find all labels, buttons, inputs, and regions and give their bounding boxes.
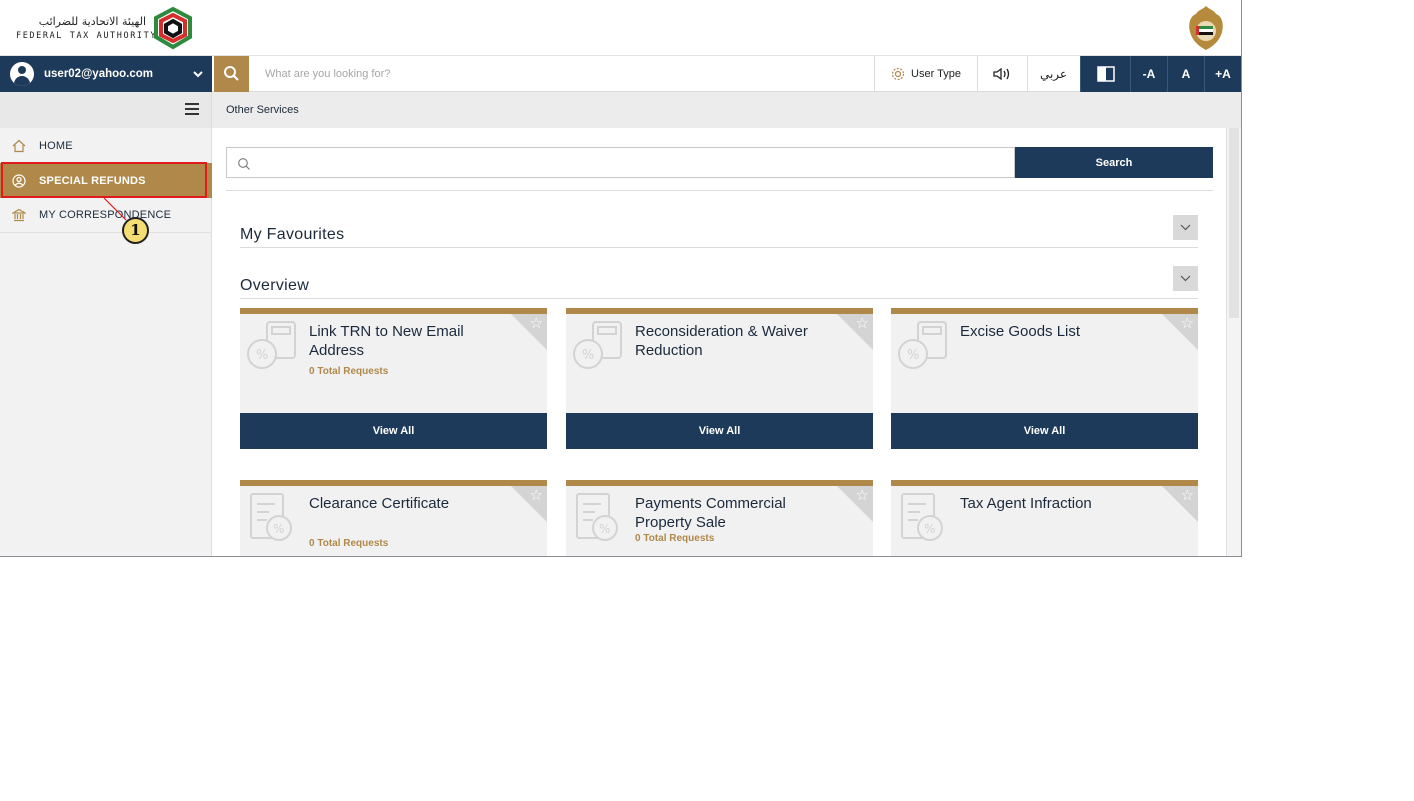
svg-text:%: %	[582, 348, 594, 363]
svg-text:%: %	[924, 522, 935, 536]
svg-text:%: %	[273, 522, 284, 536]
service-search-box[interactable]	[226, 147, 1015, 178]
user-type-button[interactable]: User Type	[874, 56, 977, 92]
overview-title: Overview	[240, 277, 310, 294]
font-increase-button[interactable]: +A	[1204, 56, 1241, 92]
user-menu[interactable]: user02@yahoo.com	[0, 56, 212, 92]
card-title: Clearance Certificate	[309, 495, 450, 512]
sidebar-item-my-correspondence[interactable]: MY CORRESPONDENCE	[0, 198, 212, 233]
sidebar-item-label: HOME	[39, 139, 73, 152]
svg-text:%: %	[256, 348, 268, 363]
divider	[226, 190, 1213, 191]
chevron-down-icon	[1180, 275, 1191, 282]
bank-icon	[12, 208, 26, 222]
brand-arabic-name: الهيئة الاتحادية للضرائب	[38, 15, 146, 28]
search-icon	[224, 66, 239, 81]
speaker-icon	[992, 67, 1009, 81]
user-type-label: User Type	[911, 68, 961, 80]
contrast-icon	[1096, 66, 1115, 82]
favourite-star-icon[interactable]: ☆	[530, 315, 543, 331]
sidebar-header	[0, 92, 211, 128]
contrast-toggle[interactable]	[1080, 56, 1130, 92]
favourite-star-icon[interactable]: ☆	[530, 487, 543, 503]
fta-logo-mark-icon	[154, 6, 192, 50]
scrollbar[interactable]	[1226, 128, 1241, 556]
language-toggle[interactable]: عربي	[1027, 56, 1079, 92]
card-title: Reconsideration & Waiver Reduction	[635, 323, 808, 359]
service-card-payments-commercial[interactable]: % ☆ Payments Commercial Property Sale 0 …	[566, 480, 873, 556]
scrollbar-thumb[interactable]	[1229, 128, 1239, 318]
calculator-percent-icon: %	[898, 321, 947, 369]
card-count: 0 Total Requests	[309, 366, 389, 377]
card-title: Excise Goods List	[960, 323, 1081, 340]
divider	[240, 298, 1198, 299]
service-card-link-trn[interactable]: % ☆ Link TRN to New Email Address 0 Tota…	[240, 308, 547, 449]
favourites-collapse-button[interactable]	[1173, 215, 1198, 240]
svg-text:%: %	[599, 522, 610, 536]
app-window: الهيئة الاتحادية للضرائب FEDERAL TAX AUT…	[0, 0, 1242, 557]
svg-text:%: %	[907, 348, 919, 363]
sidebar: HOME SPECIAL REFUNDS MY CORRESPONDENCE	[0, 92, 212, 556]
document-percent-icon: %	[250, 493, 292, 541]
user-email: user02@yahoo.com	[44, 68, 154, 80]
view-all-button[interactable]: View All	[240, 413, 547, 449]
sidebar-item-special-refunds[interactable]: SPECIAL REFUNDS	[0, 163, 212, 198]
hamburger-menu-icon[interactable]	[185, 103, 199, 115]
font-decrease-button[interactable]: -A	[1130, 56, 1167, 92]
home-icon	[12, 139, 26, 152]
overview-collapse-button[interactable]	[1173, 266, 1198, 291]
divider	[240, 247, 1198, 248]
gear-icon	[891, 67, 905, 81]
card-count: 0 Total Requests	[635, 533, 715, 544]
calculator-percent-icon: %	[247, 321, 296, 369]
favourite-star-icon[interactable]: ☆	[856, 315, 869, 331]
search-button[interactable]: Search	[1015, 147, 1213, 178]
favourite-star-icon[interactable]: ☆	[1181, 487, 1194, 503]
chevron-down-icon	[1180, 224, 1191, 231]
sidebar-item-home[interactable]: HOME	[0, 128, 212, 163]
sidebar-item-label: SPECIAL REFUNDS	[39, 174, 146, 187]
top-search-input[interactable]	[252, 56, 872, 92]
card-title: Payments Commercial Property Sale	[635, 495, 786, 531]
favourites-title: My Favourites	[240, 226, 345, 243]
logo-bar: الهيئة الاتحادية للضرائب FEDERAL TAX AUT…	[0, 0, 1241, 56]
fta-logo[interactable]: الهيئة الاتحادية للضرائب FEDERAL TAX AUT…	[14, 6, 199, 50]
uae-emblem-icon	[1189, 6, 1223, 50]
top-search-button[interactable]	[214, 56, 249, 92]
service-card-excise-goods[interactable]: % ☆ Excise Goods List View All	[891, 308, 1198, 449]
annotation-callout: 1	[122, 217, 149, 244]
document-percent-icon: %	[901, 493, 943, 541]
breadcrumb-bar: Other Services	[212, 92, 1241, 128]
audio-button[interactable]	[977, 56, 1027, 92]
brand-english-name: FEDERAL TAX AUTHORITY	[16, 31, 158, 41]
card-title: Tax Agent Infraction	[960, 495, 1092, 512]
favourite-star-icon[interactable]: ☆	[1181, 315, 1194, 331]
top-toolbar: user02@yahoo.com User Type عربي	[0, 56, 1241, 92]
service-search-input[interactable]	[257, 148, 1007, 177]
card-count: 0 Total Requests	[309, 538, 389, 549]
user-circle-icon	[12, 173, 26, 188]
service-card-tax-agent-infraction[interactable]: % ☆ Tax Agent Infraction	[891, 480, 1198, 556]
service-card-clearance-certificate[interactable]: % ☆ Clearance Certificate 0 Total Reques…	[240, 480, 547, 556]
chevron-down-icon	[193, 71, 203, 78]
breadcrumb: Other Services	[226, 104, 299, 116]
font-reset-button[interactable]: A	[1167, 56, 1204, 92]
avatar-icon	[10, 62, 34, 86]
view-all-button[interactable]: View All	[566, 413, 873, 449]
favourite-star-icon[interactable]: ☆	[856, 487, 869, 503]
main-content: Search My Favourites Overview % ☆ Link T…	[212, 128, 1226, 556]
document-percent-icon: %	[576, 493, 618, 541]
service-card-reconsideration[interactable]: % ☆ Reconsideration & Waiver Reduction V…	[566, 308, 873, 449]
view-all-button[interactable]: View All	[891, 413, 1198, 449]
calculator-percent-icon: %	[573, 321, 622, 369]
search-icon	[238, 158, 250, 170]
sidebar-item-label: MY CORRESPONDENCE	[39, 209, 172, 221]
card-title: Link TRN to New Email Address	[309, 323, 464, 359]
